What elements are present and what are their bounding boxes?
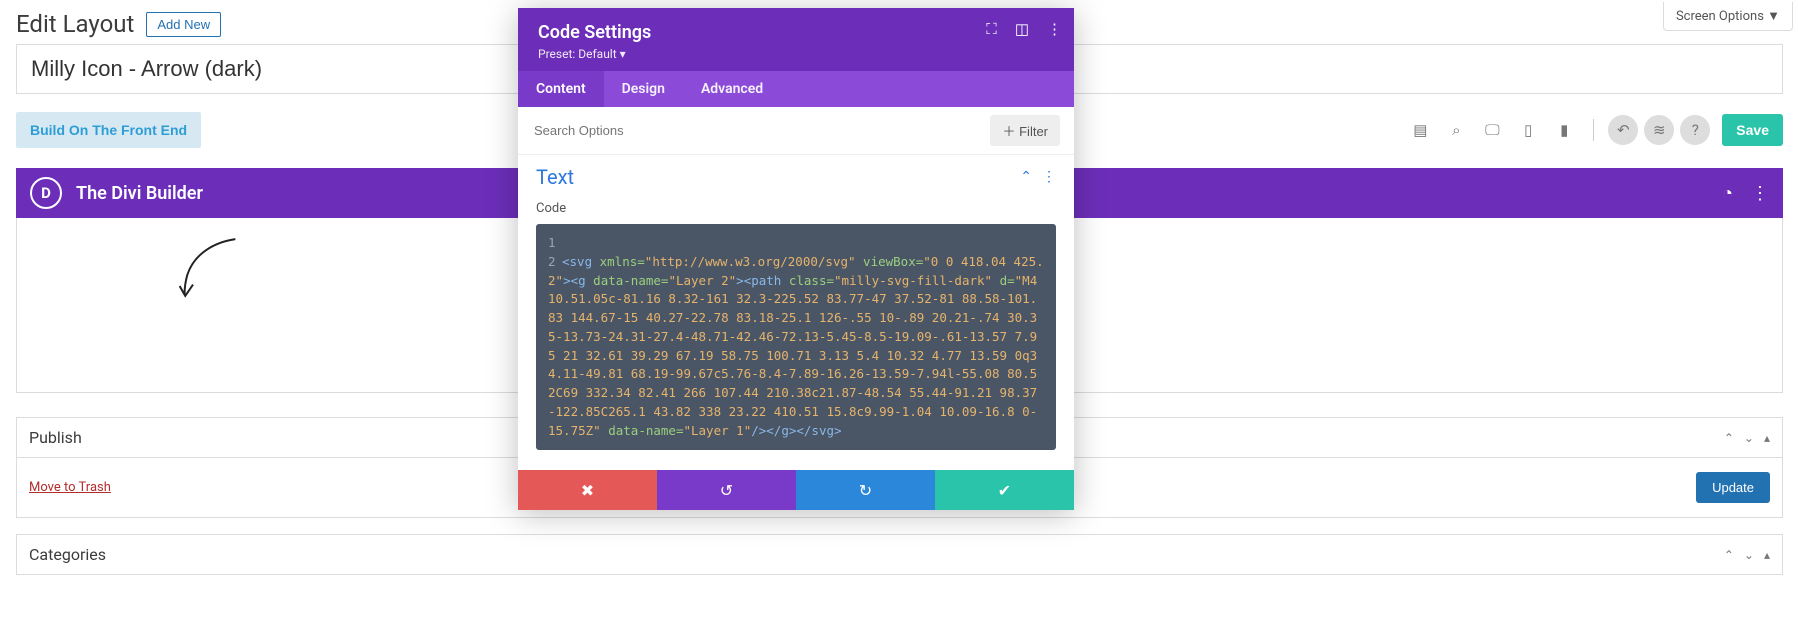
chevron-down-icon[interactable]: ⌄ [1744, 431, 1754, 445]
section-kebab-icon[interactable]: ⋮ [1042, 169, 1056, 185]
undo-button[interactable]: ↺ [657, 470, 796, 510]
preset-dropdown[interactable]: Preset: Default ▾ [538, 47, 1054, 61]
kebab-icon[interactable]: ⋮ [1751, 183, 1769, 204]
page-title: Edit Layout [16, 10, 134, 38]
save-button[interactable]: Save [1722, 114, 1783, 146]
section-title-text[interactable]: Text [536, 165, 574, 189]
move-to-trash-link[interactable]: Move to Trash [29, 480, 111, 495]
code-field-label: Code [536, 201, 1056, 216]
desktop-icon[interactable]: 🖵 [1477, 115, 1507, 145]
gutter-2: 2 [548, 253, 562, 272]
history-icon[interactable]: ↶ [1608, 115, 1638, 145]
chevron-down-icon[interactable]: ⌄ [1744, 548, 1754, 562]
cancel-button[interactable]: ✖ [518, 470, 657, 510]
kebab-icon[interactable]: ⋮ [1047, 20, 1062, 38]
divi-builder-title: The Divi Builder [76, 183, 203, 204]
categories-heading: Categories [29, 545, 106, 564]
filter-button[interactable]: ＋ Filter [990, 115, 1060, 146]
arrow-preview-icon [177, 238, 237, 298]
update-button[interactable]: Update [1696, 472, 1770, 503]
help-icon[interactable]: ? [1680, 115, 1710, 145]
tab-design[interactable]: Design [604, 71, 683, 107]
tab-content[interactable]: Content [518, 71, 604, 107]
columns-icon[interactable]: ◫ [1015, 20, 1029, 38]
tablet-icon[interactable]: ▯ [1513, 115, 1543, 145]
collapse-icon[interactable]: ⌃ [1020, 169, 1032, 185]
phone-icon[interactable]: ▮ [1549, 115, 1579, 145]
chevron-up-icon[interactable]: ⌃ [1724, 548, 1734, 562]
caret-up-icon[interactable]: ▴ [1764, 548, 1770, 562]
clock-icon[interactable]: ◔ [1722, 183, 1733, 204]
screen-options-toggle[interactable]: Screen Options ▼ [1663, 2, 1793, 31]
publish-heading: Publish [29, 428, 82, 447]
modal-title: Code Settings [538, 22, 1054, 43]
redo-button[interactable]: ↻ [796, 470, 935, 510]
layers-icon[interactable]: ≋ [1644, 115, 1674, 145]
gutter-1: 1 [548, 234, 562, 253]
build-front-end-button[interactable]: Build On The Front End [16, 112, 201, 148]
confirm-button[interactable]: ✔ [935, 470, 1074, 510]
search-options-input[interactable] [532, 122, 990, 139]
code-editor[interactable]: 1 2<svg xmlns="http://www.w3.org/2000/sv… [536, 224, 1056, 450]
snap-icon[interactable]: ⛶ [986, 20, 997, 38]
tab-advanced[interactable]: Advanced [683, 71, 781, 107]
divi-logo-icon: D [30, 177, 62, 209]
zoom-icon[interactable]: ⌕ [1441, 115, 1471, 145]
code-settings-modal: Code Settings Preset: Default ▾ ⛶ ◫ ⋮ Co… [518, 8, 1074, 510]
add-new-button[interactable]: Add New [146, 12, 221, 37]
separator [1593, 119, 1594, 141]
caret-up-icon[interactable]: ▴ [1764, 431, 1770, 445]
chevron-up-icon[interactable]: ⌃ [1724, 431, 1734, 445]
wireframe-icon[interactable]: ▤ [1405, 115, 1435, 145]
